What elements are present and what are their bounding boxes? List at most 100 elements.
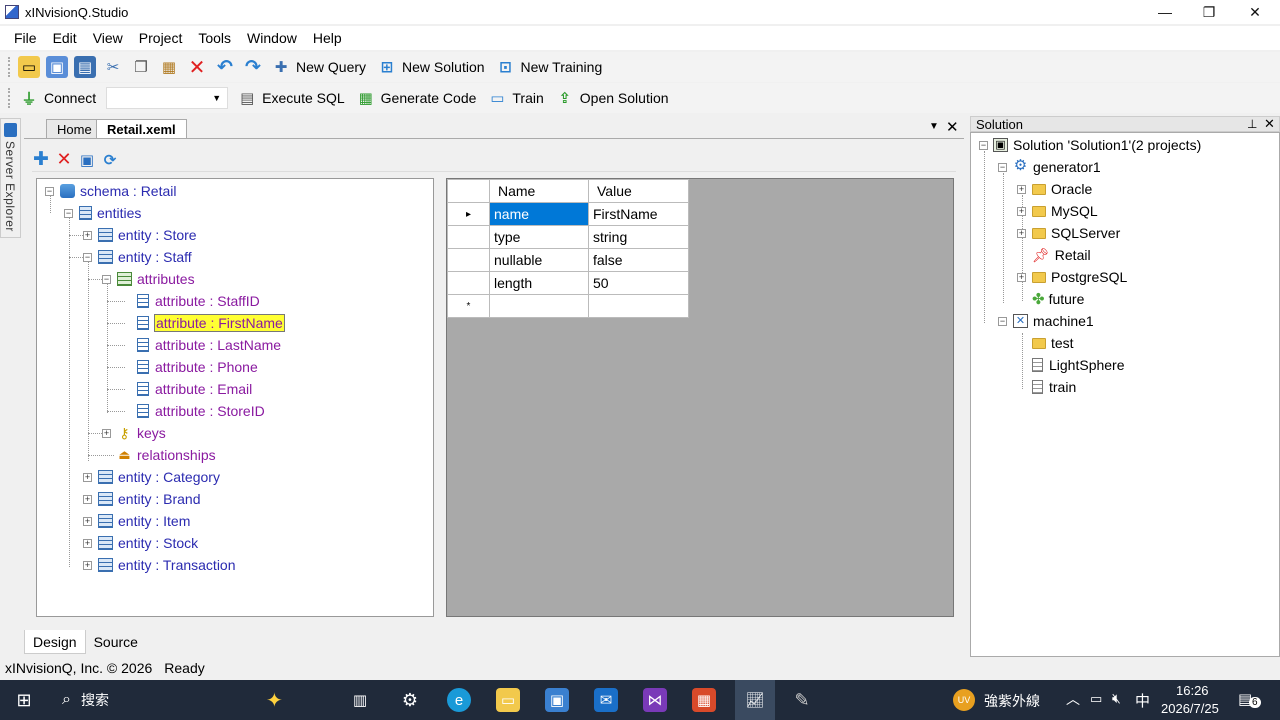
table-cell[interactable] xyxy=(588,294,689,318)
collapse-machine-toggle[interactable]: − xyxy=(998,317,1007,326)
tree-schema[interactable]: schema : Retail xyxy=(60,181,176,201)
expand-folder-toggle[interactable]: + xyxy=(1017,273,1026,282)
new-row-marker[interactable]: * xyxy=(447,294,490,318)
column-header-name[interactable]: Name xyxy=(489,179,589,203)
table-row[interactable]: type string xyxy=(447,225,689,249)
table-cell[interactable]: length xyxy=(489,271,589,295)
table-cell[interactable] xyxy=(489,294,589,318)
add-icon[interactable]: ✚ xyxy=(32,149,50,170)
visual-studio-icon[interactable]: ⋈ xyxy=(643,688,667,712)
tree-attributes[interactable]: attributes xyxy=(117,269,195,289)
tree-attribute[interactable]: attribute : Phone xyxy=(136,357,258,377)
execute-sql-button[interactable]: ▤ Execute SQL xyxy=(236,87,345,109)
project-machine[interactable]: ✕ machine1 xyxy=(1013,311,1094,331)
menu-file[interactable]: File xyxy=(6,30,45,46)
expand-folder-toggle[interactable]: + xyxy=(1017,207,1026,216)
remove-icon[interactable]: ✕ xyxy=(55,149,73,169)
new-row[interactable]: * xyxy=(447,294,689,318)
tree-attribute[interactable]: attribute : Email xyxy=(136,379,252,399)
tree-entity-stock[interactable]: entity : Stock xyxy=(98,533,198,553)
studio-taskbar-icon[interactable]: 📈︎ xyxy=(735,680,775,720)
new-training-button[interactable]: ⊡ New Training xyxy=(495,56,602,78)
save-icon[interactable]: ▣ xyxy=(46,56,68,78)
tree-entity-staff[interactable]: entity : Staff xyxy=(98,247,192,267)
tree-attribute[interactable]: attribute : StoreID xyxy=(136,401,265,421)
item-retail[interactable]: 📌︎ Retail xyxy=(1032,245,1091,265)
save-icon[interactable]: ▣ xyxy=(78,151,96,169)
folder-test[interactable]: test xyxy=(1032,333,1074,353)
copy-icon[interactable]: ❐ xyxy=(130,56,152,78)
table-cell[interactable]: type xyxy=(489,225,589,249)
solution-root[interactable]: ▣ Solution 'Solution1'(2 projects) xyxy=(993,135,1201,155)
toolbar-grip[interactable] xyxy=(8,57,12,77)
tree-entity-brand[interactable]: entity : Brand xyxy=(98,489,201,509)
undo-icon[interactable]: ↶ xyxy=(214,56,236,78)
mail-icon[interactable]: ✉ xyxy=(594,688,618,712)
collapse-solution-toggle[interactable]: − xyxy=(979,141,988,150)
generate-code-button[interactable]: ▦ Generate Code xyxy=(355,87,477,109)
tree-attribute[interactable]: attribute : StaffID xyxy=(136,291,260,311)
pin-icon[interactable]: ⊥ xyxy=(1247,117,1257,131)
open-solution-button[interactable]: ⇪ Open Solution xyxy=(554,87,668,109)
row-header[interactable] xyxy=(447,248,490,272)
expand-folder-toggle[interactable]: + xyxy=(1017,185,1026,194)
menu-help[interactable]: Help xyxy=(305,30,350,46)
new-query-button[interactable]: ✚ New Query xyxy=(270,56,366,78)
weather-label[interactable]: 強紫外線 xyxy=(984,691,1040,711)
paste-icon[interactable]: ▦ xyxy=(158,56,180,78)
collapse-staff-toggle[interactable]: − xyxy=(83,253,92,262)
connect-button[interactable]: ⏚ Connect xyxy=(18,87,96,109)
clock-time[interactable]: 16:26 xyxy=(1176,683,1209,698)
tree-entity-category[interactable]: entity : Category xyxy=(98,467,220,487)
speaker-muted-icon[interactable]: 🔇︎ xyxy=(1112,690,1121,707)
menu-project[interactable]: Project xyxy=(131,30,191,46)
close-document-icon[interactable]: ✕ xyxy=(946,118,959,136)
open-folder-icon[interactable]: ▭ xyxy=(18,56,40,78)
taskbar-search[interactable]: ⌕ 搜索 ✦ xyxy=(48,680,338,720)
minimize-button[interactable]: — xyxy=(1142,0,1188,24)
expand-entity-toggle[interactable]: + xyxy=(83,561,92,570)
menu-edit[interactable]: Edit xyxy=(45,30,85,46)
expand-keys-toggle[interactable]: + xyxy=(102,429,111,438)
table-row[interactable]: ▸ name FirstName xyxy=(447,202,689,226)
toolbar-grip[interactable] xyxy=(8,88,12,108)
expand-entity-toggle[interactable]: + xyxy=(83,495,92,504)
project-generator[interactable]: ⚙ generator1 xyxy=(1013,157,1101,177)
collapse-schema-toggle[interactable]: − xyxy=(45,187,54,196)
tree-attribute[interactable]: attribute : LastName xyxy=(136,335,281,355)
tree-attribute-selected[interactable]: attribute : FirstName xyxy=(136,313,285,333)
close-button[interactable]: ✕ xyxy=(1232,0,1278,24)
battery-icon[interactable]: ▭ xyxy=(1090,691,1102,707)
tab-home[interactable]: Home xyxy=(46,119,103,139)
tab-retail-xeml[interactable]: Retail.xeml xyxy=(96,119,187,139)
restore-button[interactable]: ❐ xyxy=(1186,0,1232,24)
edge-browser-icon[interactable]: e xyxy=(447,688,471,712)
tree-relationships[interactable]: ⏏ relationships xyxy=(117,445,215,465)
cut-icon[interactable]: ✂ xyxy=(102,56,124,78)
menu-tools[interactable]: Tools xyxy=(190,30,239,46)
table-row[interactable]: length 50 xyxy=(447,271,689,295)
uv-weather-icon[interactable]: UV xyxy=(953,689,975,711)
expand-entity-toggle[interactable]: + xyxy=(83,517,92,526)
tree-entity-transaction[interactable]: entity : Transaction xyxy=(98,555,236,575)
folder-mysql[interactable]: MySQL xyxy=(1032,201,1098,221)
train-button[interactable]: ▭ Train xyxy=(486,87,543,109)
file-explorer-icon[interactable]: ▭ xyxy=(496,688,520,712)
server-explorer-tab[interactable]: Server Explorer xyxy=(0,118,21,238)
table-cell[interactable]: false xyxy=(588,248,689,272)
expand-entity-toggle[interactable]: + xyxy=(83,473,92,482)
connection-select[interactable]: ▼ xyxy=(106,87,229,109)
folder-oracle[interactable]: Oracle xyxy=(1032,179,1092,199)
tree-keys[interactable]: ⚷ keys xyxy=(117,423,165,443)
table-cell[interactable]: string xyxy=(588,225,689,249)
folder-sqlserver[interactable]: SQLServer xyxy=(1032,223,1120,243)
delete-icon[interactable]: ✕ xyxy=(186,56,208,79)
column-header-value[interactable]: Value xyxy=(588,179,689,203)
windows-start-icon[interactable]: ⊞ xyxy=(12,688,36,712)
row-header[interactable] xyxy=(447,271,490,295)
redo-icon[interactable]: ↷ xyxy=(242,56,264,78)
table-cell[interactable]: FirstName xyxy=(588,202,689,226)
file-train[interactable]: train xyxy=(1032,377,1076,397)
ime-indicator[interactable]: 中 xyxy=(1135,690,1150,711)
tab-source[interactable]: Source xyxy=(86,630,146,654)
